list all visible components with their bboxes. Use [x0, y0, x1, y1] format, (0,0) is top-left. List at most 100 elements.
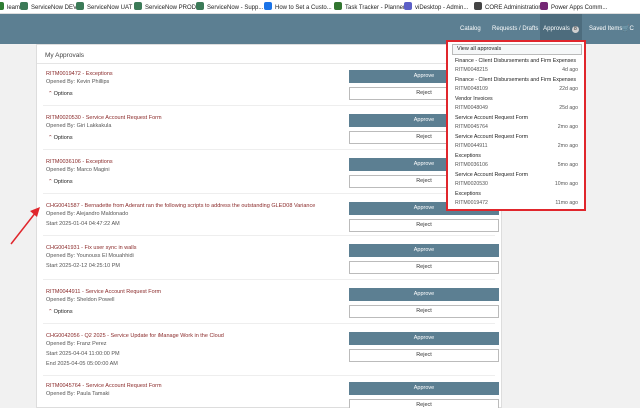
divider	[43, 193, 495, 194]
dropdown-item-title: Finance - Client Disbursements and Firm …	[455, 77, 576, 83]
bookmarks-bar: leam ServiceNow DEV ServiceNow UAT Servi…	[0, 0, 640, 14]
dropdown-approval-item[interactable]: Finance - Client Disbursements and Firm …	[448, 57, 584, 76]
servicenow-icon	[76, 2, 84, 10]
bookmark-item[interactable]: ServiceNow UAT	[76, 2, 132, 12]
options-toggle[interactable]: ⌃Options	[48, 91, 73, 97]
request-title-link[interactable]: RITM0036106 - Exceptions	[46, 159, 113, 165]
caret-up-icon: ⌃	[48, 179, 53, 185]
page-icon	[474, 2, 482, 10]
approvals-dropdown: View all approvals Finance - Client Disb…	[446, 40, 586, 211]
dropdown-item-number: RITM0044911	[455, 143, 488, 149]
bookmark-item[interactable]: ServiceNow PROD	[134, 2, 196, 12]
caret-up-icon: ⌃	[48, 309, 53, 315]
opened-by: Opened By: Sheldon Powell	[46, 297, 115, 303]
start-date: Start 2025-01-04 04:47:22 AM	[46, 221, 120, 227]
bookmark-icon	[0, 2, 4, 10]
divider	[43, 279, 495, 280]
dropdown-approval-item[interactable]: Exceptions RITM0036106 5mo ago	[448, 152, 584, 171]
opened-by: Opened By: Marco Magini	[46, 167, 110, 173]
dropdown-item-title: Exceptions	[455, 153, 481, 159]
divider	[43, 105, 495, 106]
nav-cart[interactable]: 🛒C	[622, 14, 634, 44]
dropdown-item-age: 4d ago	[562, 67, 578, 73]
dropdown-item-age: 2mo ago	[557, 124, 578, 130]
citrix-icon	[404, 2, 412, 10]
dropdown-item-number: RITM0045764	[455, 124, 488, 130]
bookmark-item[interactable]: leam	[0, 2, 20, 12]
dropdown-item-title: Finance - Client Disbursements and Firm …	[455, 58, 576, 64]
reject-button[interactable]: Reject	[349, 349, 499, 362]
dropdown-approval-item[interactable]: Finance - Client Disbursements and Firm …	[448, 76, 584, 95]
servicenow-icon	[134, 2, 142, 10]
dropdown-approval-item[interactable]: Service Account Request Form RITM0044911…	[448, 133, 584, 152]
page-icon	[264, 2, 272, 10]
options-toggle[interactable]: ⌃Options	[48, 135, 73, 141]
request-title-link[interactable]: CHG0042056 - Q2 2025 - Service Update fo…	[46, 333, 224, 339]
caret-up-icon: ⌃	[48, 91, 53, 97]
reject-button[interactable]: Reject	[349, 399, 499, 408]
dropdown-item-title: Service Account Request Form	[455, 115, 529, 121]
opened-by: Opened By: Younouss El Mouahhidi	[46, 253, 134, 259]
end-date: End 2025-04-05 05:00:00 AM	[46, 361, 118, 367]
divider	[43, 149, 495, 150]
bookmark-item[interactable]: Task Tracker - Planner	[334, 2, 405, 12]
dropdown-item-title: Exceptions	[455, 191, 481, 197]
bookmark-item[interactable]: ServiceNow - Supp...	[196, 2, 263, 12]
dropdown-item-age: 22d ago	[559, 86, 578, 92]
request-title-link[interactable]: RITM0045764 - Service Account Request Fo…	[46, 383, 162, 389]
dropdown-item-age: 25d ago	[559, 105, 578, 111]
dropdown-approval-item[interactable]: Service Account Request Form RITM0045764…	[448, 114, 584, 133]
bookmark-item[interactable]: viDesktop - Admin...	[404, 2, 468, 12]
options-toggle[interactable]: ⌃Options	[48, 309, 73, 315]
dropdown-item-age: 2mo ago	[557, 143, 578, 149]
bookmark-item[interactable]: Power Apps Comm...	[540, 2, 607, 12]
dropdown-item-age: 10mo ago	[554, 181, 578, 187]
dropdown-item-number: RITM0048109	[455, 86, 488, 92]
dropdown-item-title: Vendor Invoices	[455, 96, 493, 102]
opened-by: Opened By: Alejandro Maldonado	[46, 211, 129, 217]
reject-button[interactable]: Reject	[349, 219, 499, 232]
start-date: Start 2025-02-12 04:25:10 PM	[46, 263, 120, 269]
start-date: Start 2025-04-04 11:00:00 PM	[46, 351, 120, 357]
approve-button[interactable]: Approve	[349, 288, 499, 301]
bookmark-item[interactable]: CORE Administration	[474, 2, 542, 12]
nav-saved-items[interactable]: Saved Items	[589, 14, 622, 44]
dropdown-item-number: RITM0019472	[455, 200, 488, 206]
approve-button[interactable]: Approve	[349, 332, 499, 345]
opened-by: Opened By: Paula Tamaki	[46, 391, 110, 397]
servicenow-icon	[20, 2, 28, 10]
powerapps-icon	[540, 2, 548, 10]
approve-button[interactable]: Approve	[349, 244, 499, 257]
planner-icon	[334, 2, 342, 10]
view-all-approvals-link[interactable]: View all approvals	[452, 44, 582, 55]
request-title-link[interactable]: RITM0019472 - Exceptions	[46, 71, 113, 77]
request-title-link[interactable]: RITM0044911 - Service Account Request Fo…	[46, 289, 161, 295]
dropdown-item-number: RITM0036106	[455, 162, 488, 168]
bookmark-item[interactable]: How to Set a Custo...	[264, 2, 332, 12]
approve-button[interactable]: Approve	[349, 382, 499, 395]
request-title-link[interactable]: CHG0041931 - Fix user sync in walls	[46, 245, 136, 251]
dropdown-item-title: Service Account Request Form	[455, 134, 529, 140]
options-toggle[interactable]: ⌃Options	[48, 179, 73, 185]
request-title-link[interactable]: CHG0041587 - Bernadette from Aderant ran…	[46, 203, 315, 209]
dropdown-item-title: Service Account Request Form	[455, 172, 529, 178]
dropdown-approval-item[interactable]: Vendor Invoices RITM0048049 25d ago	[448, 95, 584, 114]
panel-title: My Approvals	[45, 52, 85, 59]
divider	[37, 63, 501, 64]
reject-button[interactable]: Reject	[349, 305, 499, 318]
approvals-count-badge: 8	[571, 26, 579, 33]
caret-up-icon: ⌃	[48, 135, 53, 141]
dropdown-item-number: RITM0020530	[455, 181, 488, 187]
dropdown-item-number: RITM0048215	[455, 67, 488, 73]
my-approvals-panel: My Approvals RITM0019472 - Exceptions Op…	[36, 44, 502, 408]
divider	[43, 235, 495, 236]
opened-by: Opened By: Kevin Phillips	[46, 79, 110, 85]
request-title-link[interactable]: RITM0020530 - Service Account Request Fo…	[46, 115, 162, 121]
bookmark-item[interactable]: ServiceNow DEV	[20, 2, 77, 12]
dropdown-approval-item[interactable]: Exceptions RITM0019472 11mo ago	[448, 190, 584, 209]
dropdown-approval-item[interactable]: Service Account Request Form RITM0020530…	[448, 171, 584, 190]
divider	[43, 375, 495, 376]
dropdown-item-age: 11mo ago	[555, 200, 578, 206]
opened-by: Opened By: Franz Perez	[46, 341, 107, 347]
reject-button[interactable]: Reject	[349, 261, 499, 274]
